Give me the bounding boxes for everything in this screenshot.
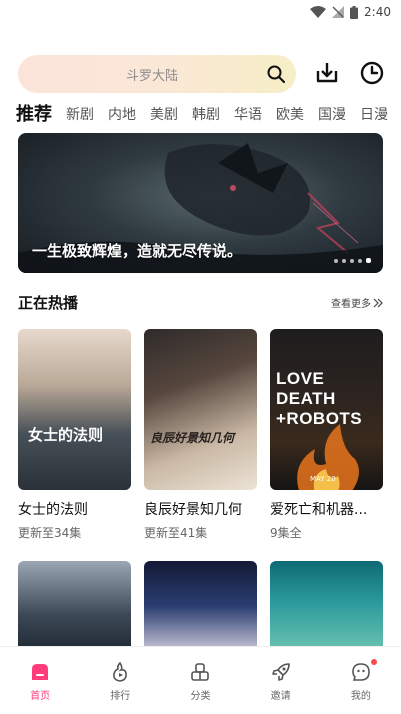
wifi-icon — [310, 6, 327, 18]
banner-pagination — [334, 258, 371, 263]
nav-label: 首页 — [30, 691, 51, 702]
card-title: 良辰好景知几何 — [144, 502, 242, 518]
card-episode-status: 9集全 — [270, 526, 302, 540]
poster-image[interactable]: LOVE DEATH +ROBOTS MAY 20 — [270, 329, 383, 490]
poster-image[interactable] — [144, 561, 257, 651]
download-icon[interactable] — [314, 60, 340, 86]
tab-korean[interactable]: 韩剧 — [192, 104, 220, 126]
nav-category[interactable]: 分类 — [170, 661, 230, 702]
banner-dot-active[interactable] — [366, 258, 371, 263]
tab-western[interactable]: 欧美 — [276, 104, 304, 126]
nav-profile[interactable]: 我的 — [331, 659, 391, 702]
nav-label: 排行 — [110, 691, 131, 702]
card-episode-status: 更新至41集 — [144, 526, 208, 540]
poster-title-art: 女士的法则 — [28, 426, 104, 444]
poster-image[interactable]: 良辰好景知几何 — [144, 329, 257, 490]
status-bar: 2:40 — [0, 0, 401, 24]
category-icon — [191, 663, 210, 681]
search-placeholder: 斗罗大陆 — [125, 68, 178, 84]
rocket-icon — [271, 663, 290, 681]
tab-chinese[interactable]: 华语 — [234, 104, 262, 126]
now-playing-list-row2 — [18, 561, 383, 651]
home-icon — [32, 664, 49, 680]
banner-dot[interactable] — [342, 258, 346, 263]
poster-image[interactable]: 女士的法则 — [18, 329, 131, 490]
nav-label: 邀请 — [270, 691, 291, 702]
no-signal-icon — [332, 6, 345, 18]
see-more-label: 查看更多 — [331, 299, 371, 310]
banner-caption: 一生极致辉煌，造就无尽传说。 — [32, 242, 243, 260]
notification-badge — [370, 659, 377, 665]
category-tabs: 推荐 新剧 内地 美剧 韩剧 华语 欧美 国漫 日漫 — [16, 100, 401, 126]
search-input[interactable]: 斗罗大陆 — [18, 55, 296, 93]
banner-dot[interactable] — [350, 258, 354, 263]
nav-label: 分类 — [190, 691, 211, 702]
tab-guoman[interactable]: 国漫 — [318, 104, 346, 126]
tab-recommend[interactable]: 推荐 — [16, 104, 52, 126]
poster-date: MAY 20 — [310, 475, 336, 483]
tab-new[interactable]: 新剧 — [66, 104, 94, 126]
banner-dot[interactable] — [334, 258, 338, 263]
battery-icon — [350, 5, 359, 19]
card-title: 爱死亡和机器... — [270, 502, 368, 518]
nav-home[interactable]: 首页 — [10, 661, 70, 702]
see-more-link[interactable]: 查看更多 — [331, 295, 383, 310]
tab-us[interactable]: 美剧 — [150, 104, 178, 126]
card-episode-status: 更新至34集 — [18, 526, 82, 540]
banner-dot[interactable] — [358, 258, 362, 263]
poster-image[interactable] — [270, 561, 383, 651]
poster-title-art: 良辰好景知几何 — [150, 431, 235, 445]
tab-anime[interactable]: 日漫 — [360, 104, 388, 126]
search-row: 斗罗大陆 — [18, 54, 387, 94]
search-icon[interactable] — [266, 64, 286, 84]
nav-label: 我的 — [350, 691, 371, 702]
list-item[interactable]: 良辰好景知几何 良辰好景知几何 更新至41集 — [144, 329, 257, 541]
status-time: 2:40 — [364, 5, 391, 19]
double-chevron-right-icon — [373, 298, 383, 307]
section-title: 正在热播 — [18, 294, 79, 312]
now-playing-list: 女士的法则 女士的法则 更新至34集 良辰好景知几何 良辰好景知几何 更新至41… — [18, 329, 383, 541]
poster-image[interactable] — [18, 561, 131, 651]
hero-banner[interactable]: 一生极致辉煌，造就无尽传说。 — [18, 133, 383, 273]
nav-ranking[interactable]: 排行 — [90, 661, 150, 702]
chat-face-icon — [352, 663, 370, 681]
section-header: 正在热播 查看更多 — [18, 292, 383, 313]
nav-invite[interactable]: 邀请 — [251, 661, 311, 702]
list-item[interactable]: LOVE DEATH +ROBOTS MAY 20 爱死亡和机器... 9集全 — [270, 329, 383, 541]
flame-icon — [113, 661, 128, 682]
card-title: 女士的法则 — [18, 502, 88, 518]
history-clock-icon[interactable] — [359, 60, 385, 86]
bottom-nav: 首页 排行 分类 邀请 我的 — [0, 646, 401, 714]
tab-mainland[interactable]: 内地 — [108, 104, 136, 126]
list-item[interactable]: 女士的法则 女士的法则 更新至34集 — [18, 329, 131, 541]
